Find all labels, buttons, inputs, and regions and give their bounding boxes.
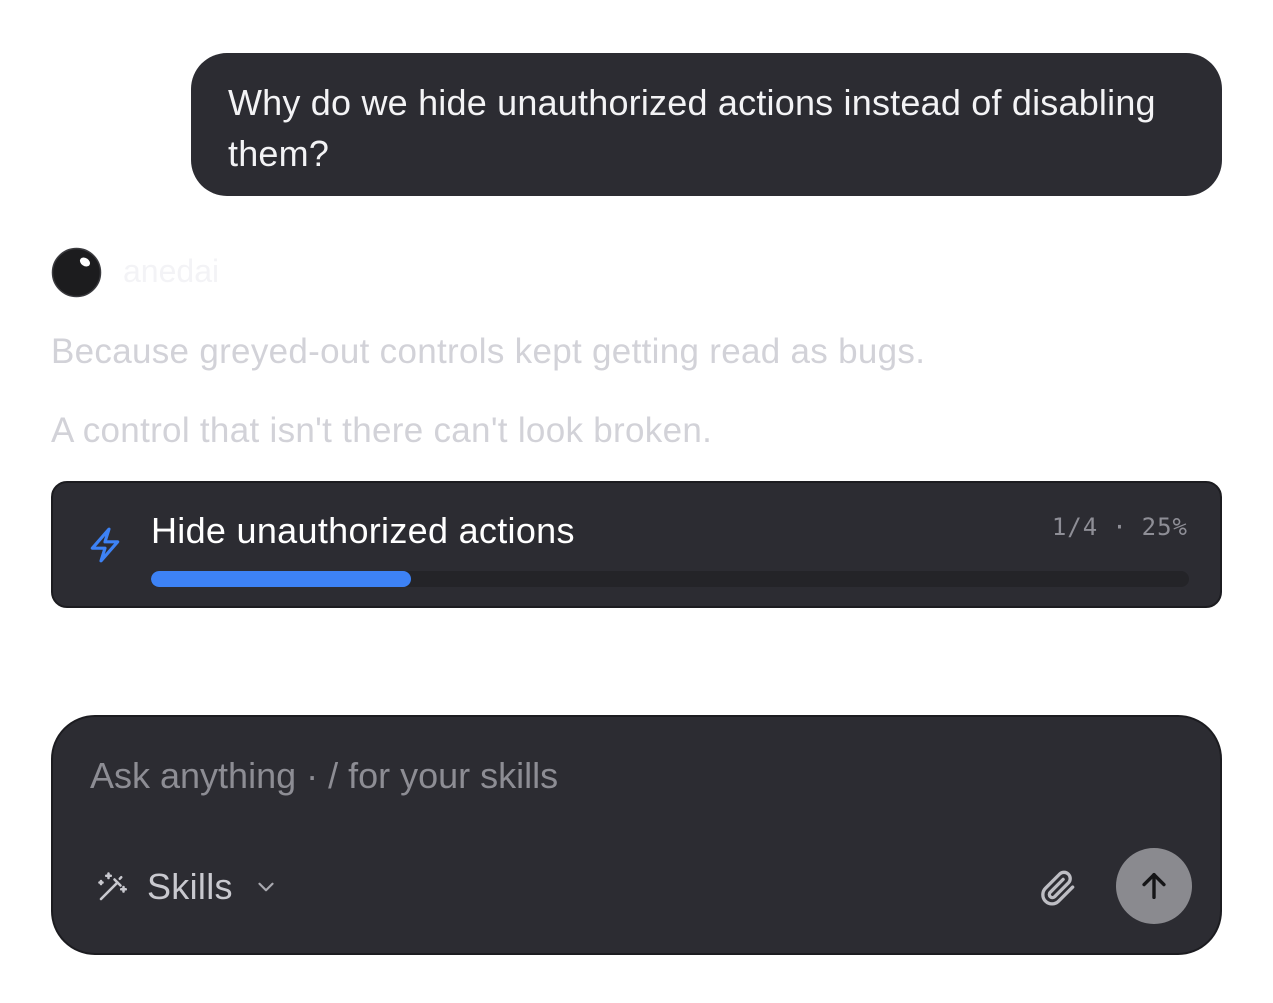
task-progress-bar [151, 571, 1189, 587]
magic-wand-icon [98, 872, 128, 901]
assistant-reply-line: A control that isn't there can't look br… [51, 411, 713, 450]
lightning-bolt-icon [90, 527, 120, 563]
assistant-reply-line: Because greyed-out controls kept getting… [51, 332, 926, 371]
message-composer: Skills [51, 715, 1222, 955]
user-message-bubble: Why do we hide unauthorized actions inst… [191, 53, 1222, 196]
assistant-name: anedai [123, 253, 220, 289]
user-message-text: Why do we hide unauthorized actions inst… [228, 82, 1156, 174]
chat-page: Why do we hide unauthorized actions inst… [0, 0, 1273, 1003]
task-percent: 25% [1141, 513, 1188, 541]
arrow-up-icon [1142, 872, 1166, 900]
task-progress-card[interactable]: Hide unauthorized actions 1/4 · 25% [51, 481, 1222, 608]
task-meta-separator: · [1112, 513, 1128, 541]
black-orb-icon [51, 247, 102, 298]
task-title: Hide unauthorized actions [151, 510, 575, 551]
skills-label: Skills [147, 866, 233, 907]
message-input[interactable] [90, 751, 1090, 801]
task-meta: 1/4 · 25% [1052, 511, 1188, 543]
task-progress-fill [151, 571, 411, 587]
chevron-down-icon [258, 882, 274, 892]
task-step-count: 1/4 [1051, 513, 1099, 541]
paperclip-icon[interactable] [1036, 866, 1080, 910]
skills-dropdown-button[interactable]: Skills [95, 865, 279, 909]
send-button[interactable] [1116, 848, 1192, 924]
